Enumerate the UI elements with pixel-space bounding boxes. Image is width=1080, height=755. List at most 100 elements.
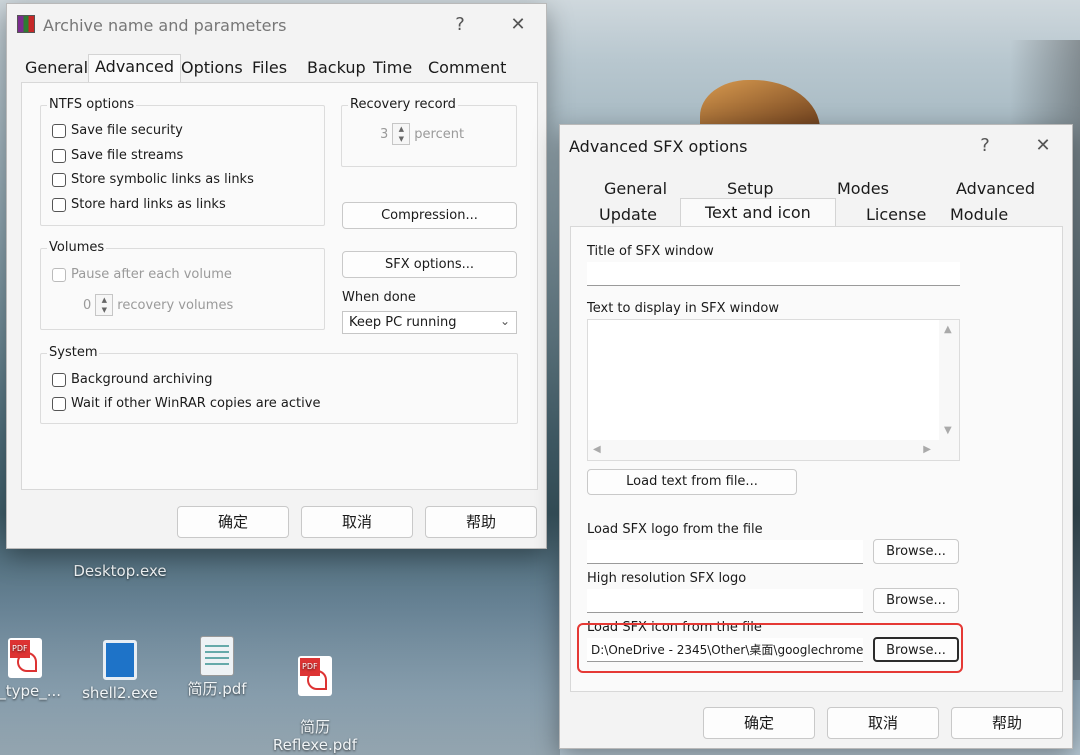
hires-logo-label: High resolution SFX logo xyxy=(587,571,747,586)
tab-general[interactable]: General xyxy=(21,58,92,77)
checkbox-label: Wait if other WinRAR copies are active xyxy=(71,396,321,411)
scroll-down-icon[interactable]: ▼ xyxy=(944,425,952,436)
chevron-down-icon: ⌄ xyxy=(499,314,510,328)
system-group: System Background archiving Wait if othe… xyxy=(40,345,518,424)
recovery-volumes-spinner[interactable]: 0 ▲ ▼ recovery volumes xyxy=(83,294,233,316)
horizontal-scrollbar[interactable]: ◀ ▶ xyxy=(588,440,959,460)
desktop-icon-label: Desktop.exe xyxy=(73,562,167,580)
logo-path-field[interactable] xyxy=(587,540,863,564)
checkbox-label: Store symbolic links as links xyxy=(71,172,254,187)
winrar-icon xyxy=(17,15,35,33)
spinner-value: 0 xyxy=(83,297,92,313)
pause-after-volume-checkbox[interactable]: Pause after each volume xyxy=(52,267,232,282)
close-icon[interactable]: ✕ xyxy=(503,12,533,38)
tab-modes[interactable]: Modes xyxy=(833,179,893,198)
spinner-value: 3 xyxy=(380,126,389,142)
logo-browse-button[interactable]: Browse... xyxy=(873,539,959,564)
checkbox-label: Save file streams xyxy=(71,148,184,163)
close-icon[interactable]: ✕ xyxy=(1028,133,1058,159)
select-value: Keep PC running xyxy=(349,315,457,330)
hires-browse-button[interactable]: Browse... xyxy=(873,588,959,613)
tab-files[interactable]: Files xyxy=(248,58,291,77)
sfx-options-button[interactable]: SFX options... xyxy=(342,251,517,278)
label-text: Text to display in SFX window xyxy=(587,301,779,316)
title-bar[interactable]: Archive name and parameters ? ✕ xyxy=(7,4,546,46)
ok-button[interactable]: 确定 xyxy=(177,506,289,538)
store-hard-links-checkbox[interactable]: Store hard links as links xyxy=(52,197,226,212)
load-text-button[interactable]: Load text from file... xyxy=(587,469,797,495)
icon-highlight-box xyxy=(577,623,963,673)
background-archiving-checkbox[interactable]: Background archiving xyxy=(52,372,213,387)
ok-button[interactable]: 确定 xyxy=(703,707,815,739)
desktop-icon-label: e_type_... xyxy=(0,682,62,700)
tab-general[interactable]: General xyxy=(600,179,671,198)
help-button[interactable]: 帮助 xyxy=(951,707,1063,739)
when-done-label: When done xyxy=(342,290,416,305)
pdf-icon xyxy=(8,638,42,678)
help-icon[interactable]: ? xyxy=(445,12,475,38)
vertical-scrollbar[interactable]: ▲ ▼ xyxy=(939,320,959,440)
checkbox-label: Save file security xyxy=(71,123,183,138)
group-label: System xyxy=(47,345,100,360)
window-title: Advanced SFX options xyxy=(569,137,748,156)
sfx-title-field[interactable] xyxy=(587,262,960,286)
desktop-icon-label: 简历.pdf xyxy=(187,680,247,698)
cancel-button[interactable]: 取消 xyxy=(827,707,939,739)
group-label: NTFS options xyxy=(47,97,137,112)
spinner-unit: percent xyxy=(414,126,465,142)
cancel-button[interactable]: 取消 xyxy=(301,506,413,538)
tab-advanced[interactable]: Advanced xyxy=(952,179,1039,198)
desktop-icon-e-type[interactable]: e_type_... xyxy=(0,638,75,700)
ntfs-options-group: NTFS options Save file security Save fil… xyxy=(40,97,325,226)
tab-license[interactable]: License xyxy=(862,205,930,224)
help-icon[interactable]: ? xyxy=(970,133,1000,159)
title-bar[interactable]: Advanced SFX options ? ✕ xyxy=(560,125,1072,167)
tab-time[interactable]: Time xyxy=(369,58,416,77)
text-and-icon-panel: Title of SFX window Text to display in S… xyxy=(570,226,1063,692)
scroll-left-icon[interactable]: ◀ xyxy=(593,444,601,455)
exe-icon xyxy=(103,640,137,680)
recovery-percent-spinner[interactable]: 3 ▲ ▼ percent xyxy=(380,123,464,145)
sfx-text-label: Text to display in SFX window xyxy=(587,301,779,316)
checkbox-label: Background archiving xyxy=(71,372,213,387)
group-label: Volumes xyxy=(47,240,107,255)
window-title: Archive name and parameters xyxy=(43,16,287,35)
archive-parameters-dialog: Archive name and parameters ? ✕ General … xyxy=(6,3,547,549)
desktop-icon-resume-pdf[interactable]: 简历.pdf xyxy=(167,636,267,698)
wait-other-copies-checkbox[interactable]: Wait if other WinRAR copies are active xyxy=(52,396,320,411)
help-button[interactable]: 帮助 xyxy=(425,506,537,538)
tab-advanced[interactable]: Advanced xyxy=(88,54,182,82)
tab-comment[interactable]: Comment xyxy=(424,58,510,77)
store-symbolic-links-checkbox[interactable]: Store symbolic links as links xyxy=(52,172,254,187)
recovery-record-group: Recovery record 3 ▲ ▼ percent xyxy=(341,97,517,167)
spinner-arrows-icon[interactable]: ▲ ▼ xyxy=(95,294,114,316)
tab-backup[interactable]: Backup xyxy=(303,58,370,77)
spinner-arrows-icon[interactable]: ▲ ▼ xyxy=(392,123,411,145)
logo-label: Load SFX logo from the file xyxy=(587,522,763,537)
when-done-select[interactable]: Keep PC running ⌄ xyxy=(342,311,517,334)
tab-setup[interactable]: Setup xyxy=(723,179,778,198)
scroll-right-icon[interactable]: ▶ xyxy=(923,444,931,455)
tab-update[interactable]: Update xyxy=(595,205,661,224)
sfx-text-area[interactable]: ▲ ▼ ◀ ▶ xyxy=(587,319,960,461)
document-icon xyxy=(200,636,234,676)
tab-text-and-icon[interactable]: Text and icon xyxy=(680,198,836,228)
volumes-group: Volumes Pause after each volume 0 ▲ ▼ rec… xyxy=(40,240,325,330)
save-file-streams-checkbox[interactable]: Save file streams xyxy=(52,148,183,163)
desktop-icon-label: shell2.exe xyxy=(82,684,158,702)
label-text: Title of SFX window xyxy=(587,244,714,259)
desktop-icon-shell2[interactable]: shell2.exe xyxy=(70,640,170,702)
save-file-security-checkbox[interactable]: Save file security xyxy=(52,123,183,138)
tab-options[interactable]: Options xyxy=(177,58,247,77)
hires-logo-field[interactable] xyxy=(587,589,863,613)
desktop-icon-desktop-exe[interactable]: Desktop.exe xyxy=(70,562,170,580)
checkbox-label: Pause after each volume xyxy=(71,267,232,282)
scroll-up-icon[interactable]: ▲ xyxy=(944,324,952,335)
sfx-title-label: Title of SFX window xyxy=(587,244,714,259)
checkbox-label: Store hard links as links xyxy=(71,197,226,212)
desktop-icon-resume-reflexe[interactable]: 简历 Reflexe.pdf xyxy=(265,638,365,754)
compression-button[interactable]: Compression... xyxy=(342,202,517,229)
group-label: Recovery record xyxy=(348,97,458,112)
tab-module[interactable]: Module xyxy=(946,205,1012,224)
pdf-icon xyxy=(298,656,332,696)
